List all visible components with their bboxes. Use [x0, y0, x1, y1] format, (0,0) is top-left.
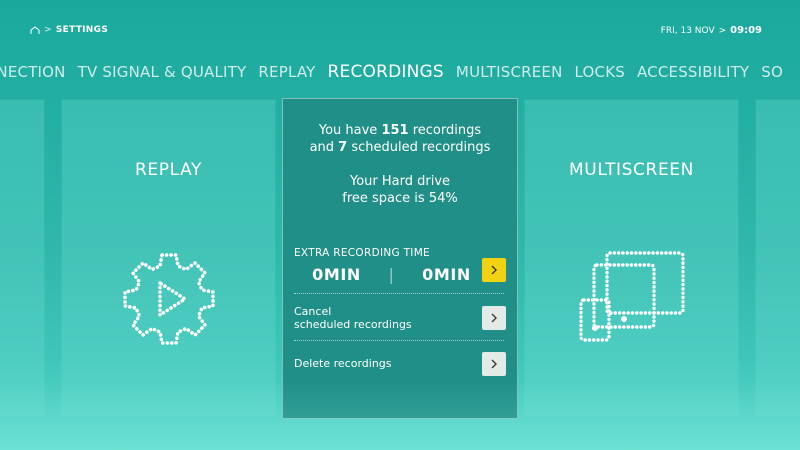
- drive-space-info: Your Hard drive free space is 54%: [283, 173, 517, 207]
- tab-replay[interactable]: REPLAY: [258, 63, 315, 81]
- time-label: 09:09: [730, 25, 762, 36]
- recordings-count-line: You have 151 recordings: [283, 122, 517, 139]
- tab-recordings[interactable]: RECORDINGS: [328, 62, 444, 82]
- extra-recording-time-values: 0MIN | 0MIN: [294, 265, 489, 284]
- scheduled-count: 7: [338, 140, 348, 155]
- multiscreen-devices-icon: [577, 250, 687, 349]
- divider: [294, 293, 504, 294]
- chevron-right-icon: [491, 313, 497, 323]
- delete-recordings-button[interactable]: [482, 352, 506, 376]
- replay-panel[interactable]: REPLAY: [62, 100, 275, 415]
- recordings-summary: You have 151 recordings and 7 scheduled …: [283, 122, 517, 156]
- tab-accessibility[interactable]: ACCESSIBILITY: [637, 63, 749, 81]
- delete-recordings-label: Delete recordings: [294, 357, 392, 370]
- clock-separator: >: [718, 25, 727, 36]
- drive-line-1: Your Hard drive: [349, 174, 451, 189]
- multiscreen-panel-title: MULTISCREEN: [569, 160, 694, 180]
- cancel-label-line-1: Cancel: [294, 305, 332, 318]
- breadcrumb-separator: >: [44, 25, 52, 35]
- scheduled-prefix: and: [309, 140, 339, 155]
- recordings-count: 151: [381, 123, 409, 138]
- date-label: FRI, 13 NOV: [660, 25, 715, 36]
- breadcrumb: > SETTINGS: [30, 25, 108, 35]
- tab-connection[interactable]: NNECTION: [0, 63, 66, 81]
- panel-previous-edge[interactable]: [0, 100, 44, 415]
- recordings-suffix: recordings: [408, 123, 482, 138]
- tab-multiscreen[interactable]: MULTISCREEN: [456, 63, 563, 81]
- tab-locks[interactable]: LOCKS: [575, 63, 625, 81]
- chevron-right-icon: [491, 265, 497, 275]
- recordings-prefix: You have: [318, 123, 382, 138]
- settings-tabs: NNECTION TV SIGNAL & QUALITY REPLAY RECO…: [0, 60, 800, 84]
- breadcrumb-title: SETTINGS: [55, 25, 109, 35]
- date-time: FRI, 13 NOV > 09:09: [661, 25, 762, 36]
- drive-line-2: free space is 54%: [342, 191, 458, 206]
- extra-time-separator: |: [388, 265, 395, 284]
- top-bar: > SETTINGS FRI, 13 NOV > 09:09: [0, 0, 800, 60]
- multiscreen-panel[interactable]: MULTISCREEN: [525, 100, 738, 415]
- extra-recording-time-label: EXTRA RECORDING TIME: [294, 247, 430, 259]
- recordings-panel: You have 151 recordings and 7 scheduled …: [282, 98, 518, 419]
- tab-sound[interactable]: SO: [761, 63, 783, 81]
- scheduled-count-line: and 7 scheduled recordings: [283, 139, 517, 156]
- divider: [294, 340, 504, 341]
- panel-next-edge[interactable]: [756, 100, 800, 415]
- tab-tv-signal-quality[interactable]: TV SIGNAL & QUALITY: [78, 63, 247, 81]
- cancel-scheduled-button[interactable]: [482, 306, 506, 330]
- home-icon[interactable]: [30, 25, 40, 35]
- cancel-label-line-2: scheduled recordings: [294, 318, 412, 331]
- gear-play-icon: [122, 252, 216, 350]
- chevron-right-icon: [491, 359, 497, 369]
- cancel-scheduled-label: Cancel scheduled recordings: [294, 305, 412, 331]
- extra-time-after[interactable]: 0MIN: [404, 265, 489, 284]
- scheduled-suffix: scheduled recordings: [347, 140, 491, 155]
- replay-panel-title: REPLAY: [135, 160, 202, 180]
- extra-time-next-button[interactable]: [482, 258, 506, 282]
- extra-time-before[interactable]: 0MIN: [294, 265, 379, 284]
